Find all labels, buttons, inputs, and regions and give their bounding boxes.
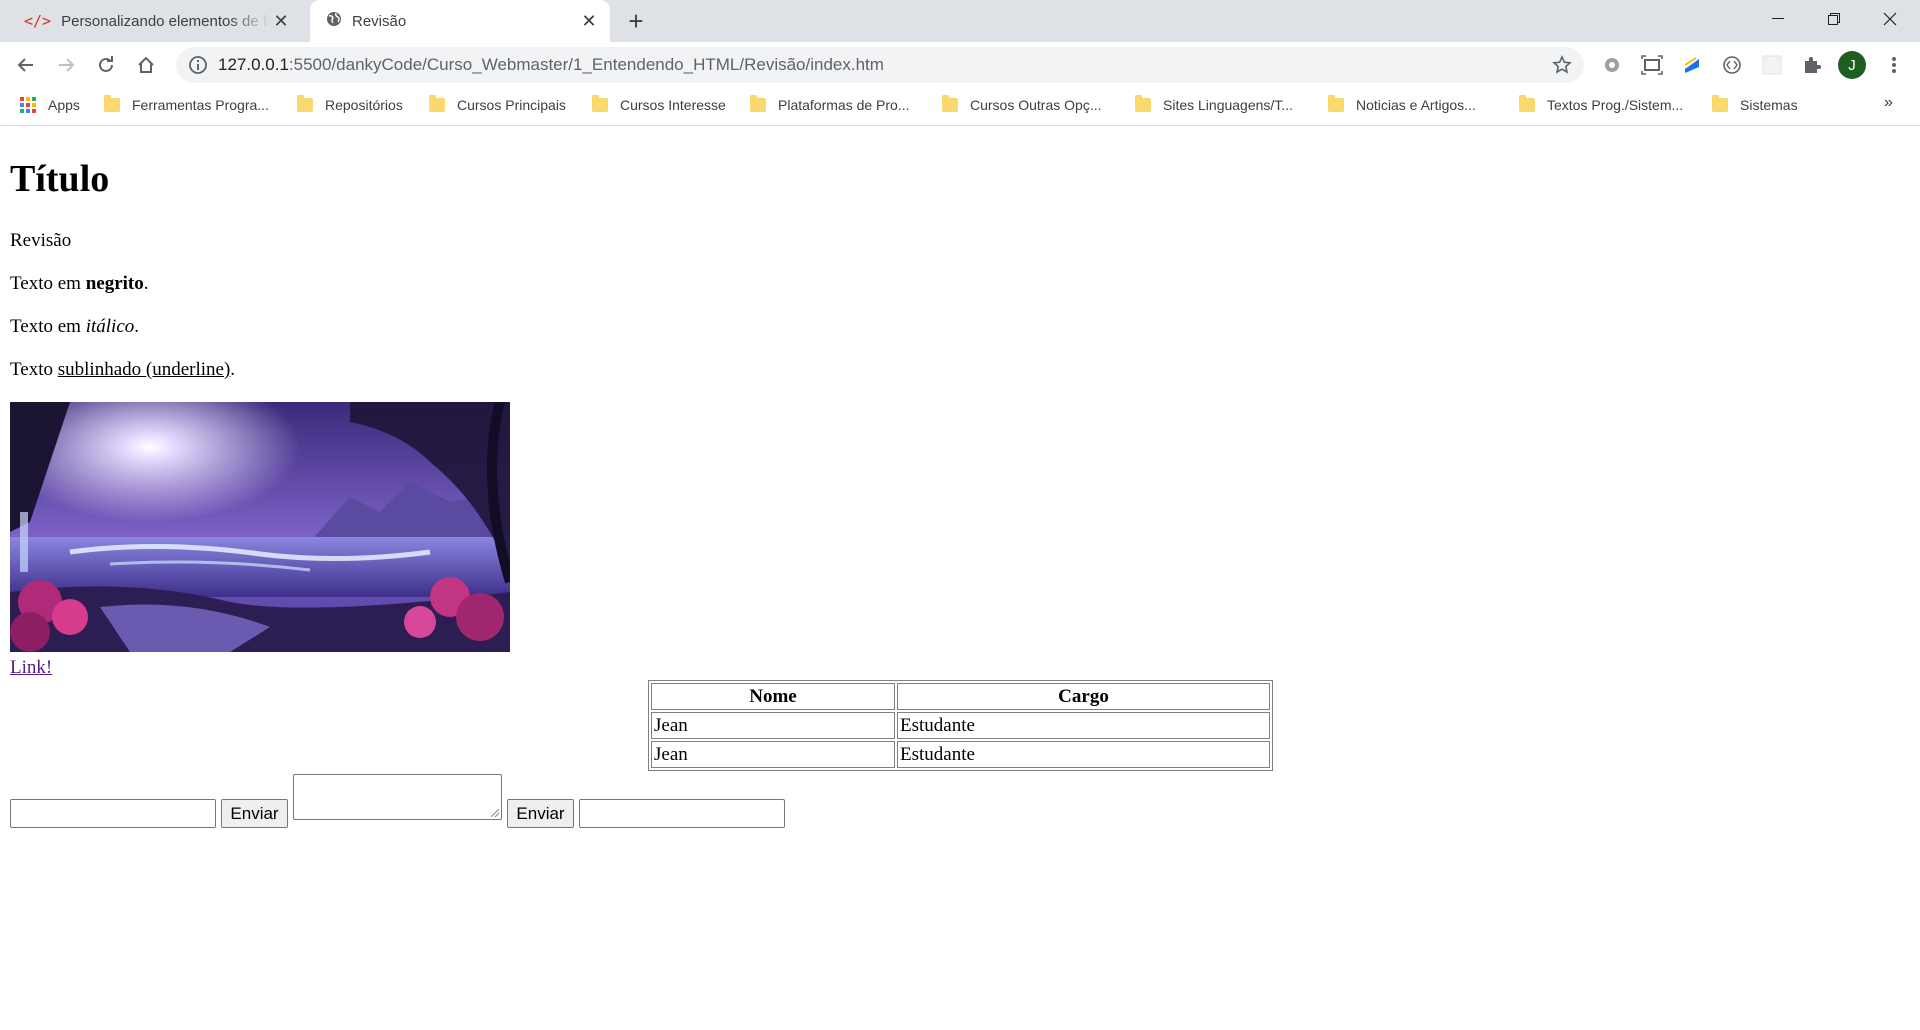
table-row: Jean Estudante — [651, 741, 1270, 768]
bookmark-label: Plataformas de Pro... — [778, 97, 910, 113]
address-bar[interactable]: 127.0.0.1:5500/dankyCode/Curso_Webmaster… — [176, 47, 1584, 83]
translate-extension-icon[interactable] — [1678, 51, 1706, 79]
italic-paragraph: Texto em itálico. — [10, 316, 140, 337]
underline-paragraph: Texto sublinhado (underline). — [10, 359, 236, 380]
info-icon[interactable] — [188, 55, 208, 80]
landscape-image — [10, 402, 510, 652]
code-icon: </> — [24, 12, 52, 30]
bookmark-folder[interactable]: Textos Prog./Sistem... — [1519, 88, 1683, 122]
bookmark-folder[interactable]: Sistemas — [1712, 88, 1798, 122]
bookmark-folder[interactable]: Repositórios — [297, 88, 403, 122]
tab-title: Personalizando elementos de formulário — [61, 12, 270, 30]
bookmark-label: Noticias e Artigos... — [1356, 97, 1476, 113]
folder-icon — [1135, 95, 1151, 112]
bookmark-label: Sistemas — [1740, 97, 1798, 113]
profile-avatar[interactable]: J — [1838, 51, 1866, 79]
screenshot-extension-icon[interactable] — [1638, 51, 1666, 79]
bookmark-folder[interactable]: Cursos Principais — [429, 88, 566, 122]
arrow-right-icon — [59, 58, 75, 72]
bookmark-folder[interactable]: Cursos Outras Opç... — [942, 88, 1101, 122]
back-button[interactable] — [10, 49, 42, 81]
menu-kebab-icon[interactable] — [1880, 51, 1908, 79]
table-header-row: Nome Cargo — [651, 683, 1270, 710]
bookmark-label: Ferramentas Progra... — [132, 97, 269, 113]
reload-icon — [99, 56, 113, 72]
restore-button[interactable] — [1806, 0, 1862, 38]
bold-paragraph: Texto em negrito. — [10, 273, 149, 294]
table-cell: Jean — [651, 712, 895, 739]
table-cell: Estudante — [897, 712, 1270, 739]
folder-icon — [942, 95, 958, 112]
bookmark-folder[interactable]: Cursos Interesse — [592, 88, 726, 122]
table-cell: Estudante — [897, 741, 1270, 768]
tab-revisao[interactable]: Revisão ✕ — [310, 0, 610, 42]
puzzle-icon[interactable] — [1798, 51, 1826, 79]
page-title: Título — [10, 158, 110, 200]
data-table: Nome Cargo Jean Estudante Jean Estudante — [648, 680, 1273, 771]
folder-icon — [750, 95, 766, 112]
table-header-nome: Nome — [651, 683, 895, 710]
home-button[interactable] — [130, 49, 162, 81]
review-text: Revisão — [10, 230, 72, 251]
blank-extension-icon[interactable] — [1758, 51, 1786, 79]
bookmark-apps[interactable]: Apps — [20, 88, 80, 122]
apps-grid-icon — [20, 97, 36, 113]
submit-button[interactable]: Enviar — [221, 799, 288, 828]
tab-strip: </> Personalizando elementos de formulár… — [0, 0, 1920, 42]
submit-button[interactable]: Enviar — [507, 799, 574, 828]
settings-extension-icon[interactable] — [1598, 51, 1626, 79]
more-bookmarks-chevron-icon[interactable]: » — [1884, 94, 1893, 112]
code-extension-icon[interactable] — [1718, 51, 1746, 79]
folder-icon — [297, 95, 313, 112]
table-cell: Jean — [651, 741, 895, 768]
close-icon[interactable]: ✕ — [270, 10, 292, 32]
folder-icon — [429, 95, 445, 112]
folder-icon — [1712, 95, 1728, 112]
arrow-left-icon — [17, 58, 33, 72]
bookmark-folder[interactable]: Plataformas de Pro... — [750, 88, 910, 122]
link[interactable]: Link! — [10, 657, 52, 679]
bookmark-label: Textos Prog./Sistem... — [1547, 97, 1684, 113]
bookmark-folder[interactable]: Sites Linguagens/T... — [1135, 88, 1293, 122]
new-tab-button[interactable]: + — [620, 6, 652, 36]
reload-button[interactable] — [90, 49, 122, 81]
home-icon — [138, 56, 154, 73]
minimize-button[interactable] — [1750, 0, 1806, 38]
italic-text: itálico — [85, 316, 135, 337]
underline-text: sublinhado (underline) — [57, 359, 231, 380]
bookmark-label: Cursos Interesse — [620, 97, 726, 113]
table-row: Jean Estudante — [651, 712, 1270, 739]
bookmark-label: Cursos Outras Opç... — [970, 97, 1102, 113]
table-header-cargo: Cargo — [897, 683, 1270, 710]
window-close-button[interactable] — [1862, 0, 1918, 38]
globe-icon — [326, 11, 342, 31]
bookmark-label: Apps — [48, 97, 80, 113]
folder-icon — [1519, 95, 1535, 112]
browser-toolbar: 127.0.0.1:5500/dankyCode/Curso_Webmaster… — [0, 42, 1920, 88]
tab-title: Revisão — [352, 12, 407, 30]
text-input[interactable] — [10, 799, 216, 828]
bookmark-label: Repositórios — [325, 97, 403, 113]
close-icon[interactable]: ✕ — [578, 10, 600, 32]
text-input[interactable] — [579, 799, 785, 828]
bookmark-folder[interactable]: Ferramentas Progra... — [104, 88, 269, 122]
folder-icon — [104, 95, 120, 112]
url-text[interactable]: 127.0.0.1:5500/dankyCode/Curso_Webmaster… — [218, 47, 884, 83]
bookmark-label: Cursos Principais — [457, 97, 566, 113]
bookmarks-bar: Apps Ferramentas Progra... Repositórios … — [0, 88, 1920, 126]
forward-button[interactable] — [50, 49, 82, 81]
bold-text: negrito — [85, 273, 144, 294]
bookmark-star-icon[interactable] — [1552, 55, 1572, 80]
folder-icon — [592, 95, 608, 112]
textarea-field[interactable] — [293, 774, 502, 820]
tab-personalizando[interactable]: </> Personalizando elementos de formulár… — [12, 0, 302, 42]
page-content: Título Revisão Texto em negrito. Texto e… — [0, 127, 1920, 1030]
bookmark-label: Sites Linguagens/T... — [1163, 97, 1293, 113]
folder-icon — [1328, 95, 1344, 112]
bookmark-folder[interactable]: Noticias e Artigos... — [1328, 88, 1476, 122]
